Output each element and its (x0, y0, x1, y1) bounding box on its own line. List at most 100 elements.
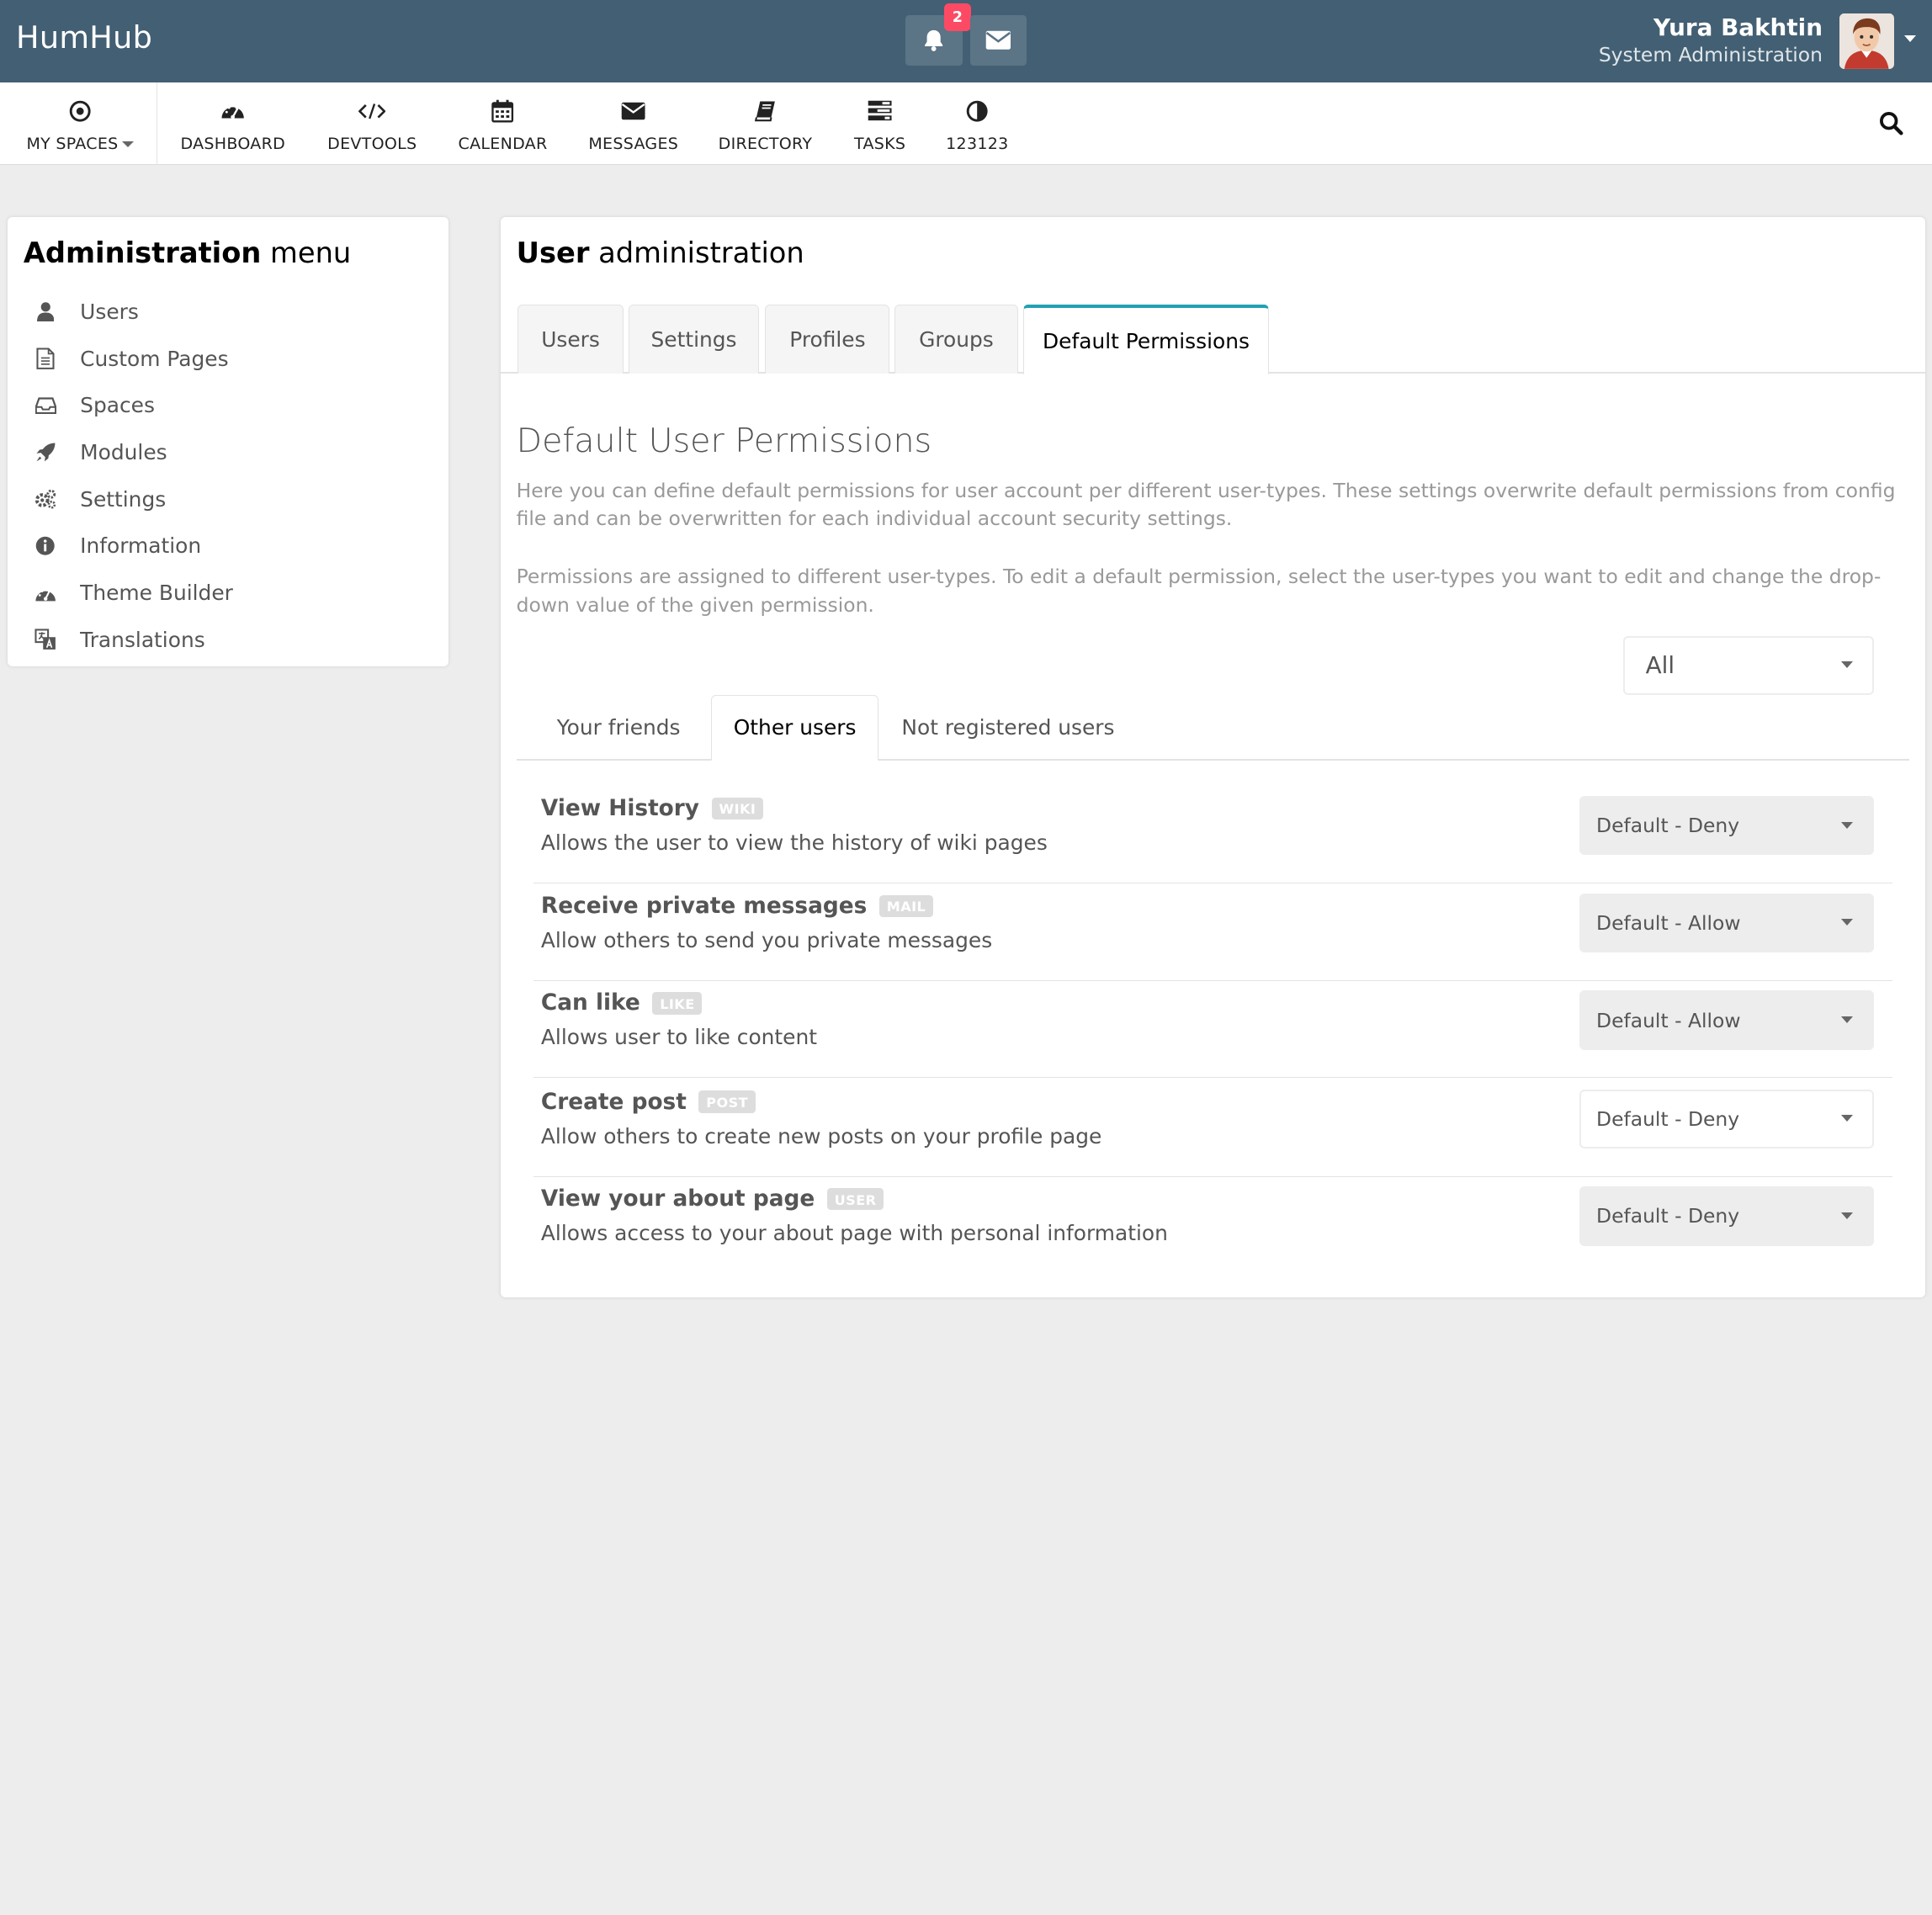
permission-title: View your about page (540, 1186, 815, 1212)
nav-directory[interactable]: DIRECTORY (710, 82, 821, 165)
admin-menu-item-custom-pages[interactable]: Custom Pages (34, 340, 229, 377)
nav-my-spaces[interactable]: MY SPACES (15, 82, 146, 165)
nav-dashboard[interactable]: DASHBOARD (172, 82, 294, 165)
permission-select[interactable]: Default - Deny (1579, 1089, 1875, 1148)
menu-item-label: Users (80, 300, 139, 324)
contrast-icon (966, 98, 988, 123)
nav-tasks[interactable]: TASKS (843, 82, 917, 165)
notification-count-badge: 2 (943, 3, 972, 31)
permission-select[interactable]: Default - Deny (1579, 796, 1875, 856)
permission-title: Create post (540, 1089, 687, 1115)
admin-menu-item-settings[interactable]: Settings (34, 480, 166, 517)
chevron-down-icon (1841, 1016, 1854, 1024)
user-icon (34, 302, 56, 322)
permission-description: Allows access to your about page with pe… (540, 1221, 1168, 1246)
user-name[interactable]: Yura Bakhtin (1653, 13, 1823, 41)
gears-icon (34, 488, 56, 510)
file-icon (34, 347, 56, 369)
permission-row: Can like LIKE Allows user to like content… (533, 981, 1893, 1079)
permission-description: Allow others to send you private message… (540, 927, 993, 952)
admin-menu-item-modules[interactable]: Modules (34, 434, 167, 471)
module-tag: USER (826, 1188, 884, 1211)
permission-row: View History WIKI Allows the user to view… (533, 786, 1893, 884)
nav-123123[interactable]: 123123 (937, 82, 1018, 165)
bell-icon (925, 29, 943, 51)
tab-profiles[interactable]: Profiles (765, 304, 890, 374)
menu-item-label: Information (80, 533, 202, 559)
permission-title: Can like (540, 990, 640, 1016)
nav-label: DEVTOOLS (327, 134, 417, 153)
tab-default-permissions[interactable]: Default Permissions (1022, 304, 1270, 375)
search-icon (1880, 111, 1903, 135)
menu-item-label: Spaces (80, 393, 155, 418)
translate-icon (34, 629, 56, 650)
permission-description: Allow others to create new posts on your… (540, 1123, 1102, 1148)
search-button[interactable] (1879, 111, 1903, 141)
admin-menu-panel: Administration menu Users Custom Pages S… (7, 216, 449, 667)
chevron-down-icon (1841, 1115, 1854, 1123)
description-text: Here you can define default permissions … (516, 478, 1896, 531)
nav-label: 123123 (946, 134, 1009, 153)
notifications-button[interactable]: 2 (905, 3, 972, 66)
subtab-your-friends[interactable]: Your friends (538, 695, 700, 761)
rocket-icon (34, 442, 56, 463)
permission-select[interactable]: Default - Allow (1579, 893, 1875, 953)
messages-button[interactable] (969, 14, 1027, 66)
select-value: Default - Allow (1596, 910, 1741, 935)
menu-item-label: Theme Builder (80, 580, 233, 605)
tab-groups[interactable]: Groups (894, 304, 1018, 374)
admin-menu-item-spaces[interactable]: Spaces (34, 387, 155, 424)
menu-item-label: Translations (80, 627, 205, 652)
module-tag: WIKI (711, 797, 764, 820)
nav-label: MY SPACES (26, 134, 119, 153)
select-value: Default - Deny (1596, 814, 1740, 838)
admin-menu-item-theme-builder[interactable]: Theme Builder (34, 574, 233, 611)
nav-devtools[interactable]: DEVTOOLS (318, 82, 427, 165)
chevron-down-icon (121, 141, 134, 147)
nav-messages[interactable]: MESSAGES (579, 82, 687, 165)
subtab-other-users[interactable]: Other users (711, 694, 879, 761)
admin-menu-item-translations[interactable]: Translations (34, 621, 205, 658)
tasks-icon (868, 98, 892, 123)
menu-item-label: Custom Pages (80, 346, 229, 371)
book-icon (754, 98, 776, 123)
permission-select[interactable]: Default - Deny (1579, 1186, 1875, 1246)
tab-settings[interactable]: Settings (628, 304, 760, 374)
nav-calendar[interactable]: CALENDAR (448, 82, 557, 165)
envelope-icon (621, 98, 645, 123)
subtab-not-registered-users[interactable]: Not registered users (889, 695, 1126, 761)
code-icon (358, 98, 386, 123)
chevron-down-icon (1841, 919, 1854, 927)
user-menu-chevron-icon[interactable] (1903, 35, 1916, 44)
nav-label: MESSAGES (588, 134, 679, 153)
permission-title: View History (540, 796, 699, 822)
admin-menu-item-users[interactable]: Users (34, 294, 139, 331)
permission-title: Receive private messages (540, 893, 868, 919)
admin-menu-item-information[interactable]: Information (34, 528, 201, 565)
permission-row: View your about page USER Allows access t… (533, 1177, 1892, 1275)
avatar[interactable] (1839, 13, 1894, 69)
nav-label: DIRECTORY (718, 134, 813, 153)
main-nav: MY SPACES DASHBOARD DEVTOOLS CALENDAR ME… (0, 82, 1932, 166)
brand-logo[interactable]: HumHub (16, 19, 152, 56)
nav-label: TASKS (854, 134, 906, 153)
module-filter-select[interactable]: All (1622, 635, 1875, 695)
permission-description: Allows the user to view the history of w… (540, 830, 1048, 856)
envelope-icon (985, 30, 1011, 50)
nav-label: DASHBOARD (180, 134, 286, 153)
select-value: All (1645, 651, 1675, 680)
section-heading: Default User Permissions (516, 421, 932, 460)
admin-menu-title: Administration menu (23, 236, 352, 270)
select-value: Default - Allow (1596, 1008, 1741, 1032)
select-value: Default - Deny (1596, 1106, 1740, 1131)
menu-item-label: Modules (80, 439, 167, 464)
tab-users[interactable]: Users (518, 304, 624, 374)
user-role: System Administration (1598, 43, 1823, 67)
chevron-down-icon (1841, 661, 1854, 670)
instructions-text: Permissions are assigned to different us… (516, 565, 1882, 617)
permission-select[interactable]: Default - Allow (1579, 990, 1875, 1050)
nav-label: CALENDAR (458, 134, 548, 153)
module-tag: LIKE (652, 992, 703, 1015)
module-tag: MAIL (878, 894, 934, 917)
info-icon (34, 536, 56, 555)
